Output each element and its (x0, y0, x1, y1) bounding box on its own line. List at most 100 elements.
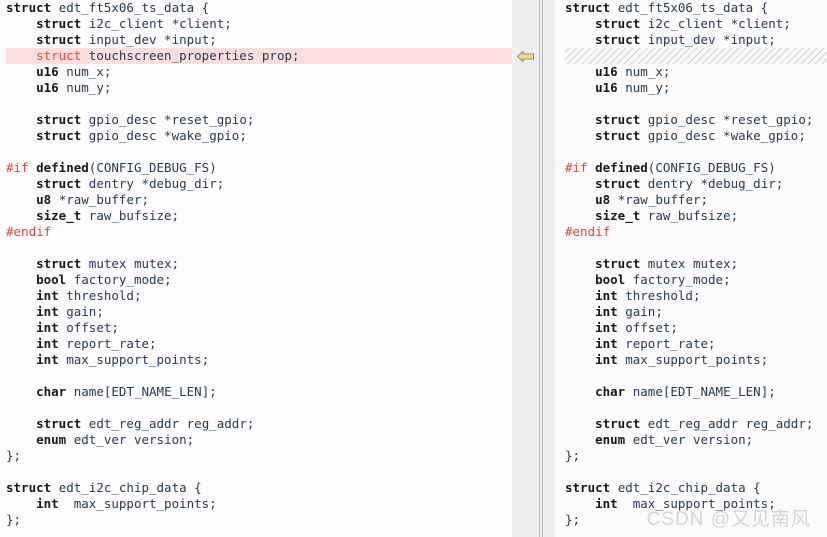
code-line[interactable]: int threshold; (565, 288, 827, 304)
code-line[interactable]: int max_support_points; (6, 496, 512, 512)
code-token: edt_ver (632, 432, 686, 447)
code-token: i2c_client (647, 16, 724, 31)
code-token: struct (36, 16, 82, 31)
code-line[interactable]: int offset; (6, 320, 512, 336)
code-line[interactable]: char name[EDT_NAME_LEN]; (565, 384, 827, 400)
code-line-filler[interactable] (565, 48, 827, 64)
code-line[interactable]: enum edt_ver version; (565, 432, 827, 448)
code-line[interactable]: }; (6, 512, 512, 528)
code-line[interactable]: struct edt_i2c_chip_data { (6, 480, 512, 496)
code-line[interactable] (6, 240, 512, 256)
code-line[interactable]: #if defined(CONFIG_DEBUG_FS) (565, 160, 827, 176)
code-token: reg_addr (186, 416, 247, 431)
code-line-removed[interactable]: struct touchscreen_properties prop; (6, 48, 512, 64)
code-line[interactable] (565, 96, 827, 112)
code-token: raw_bufsize (88, 208, 172, 223)
code-line[interactable]: u16 num_x; (6, 64, 512, 80)
code-line[interactable]: char name[EDT_NAME_LEN]; (6, 384, 512, 400)
code-token: }; (565, 448, 581, 463)
code-token: struct (595, 16, 641, 31)
code-line[interactable]: struct edt_i2c_chip_data { (565, 480, 827, 496)
code-token: * (692, 176, 709, 191)
code-token: ; (216, 176, 225, 191)
code-token: int (595, 320, 618, 335)
code-line[interactable]: int report_rate; (565, 336, 827, 352)
code-line[interactable]: size_t raw_bufsize; (565, 208, 827, 224)
code-line[interactable] (565, 368, 827, 384)
code-token: u16 (595, 80, 618, 95)
code-token: edt_reg_addr (647, 416, 739, 431)
code-token: ; (805, 416, 814, 431)
code-line[interactable] (565, 144, 827, 160)
code-line[interactable]: struct gpio_desc *reset_gpio; (6, 112, 512, 128)
code-line[interactable]: int gain; (6, 304, 512, 320)
code-line[interactable]: struct dentry *debug_dir; (6, 176, 512, 192)
code-line[interactable] (6, 464, 512, 480)
code-line[interactable]: struct input_dev *input; (565, 32, 827, 48)
code-line[interactable]: size_t raw_bufsize; (6, 208, 512, 224)
code-line[interactable]: struct gpio_desc *wake_gpio; (565, 128, 827, 144)
code-line[interactable]: u16 num_y; (6, 80, 512, 96)
code-line[interactable]: struct i2c_client *client; (565, 16, 827, 32)
code-line[interactable]: bool factory_mode; (6, 272, 512, 288)
code-line[interactable]: struct gpio_desc *reset_gpio; (565, 112, 827, 128)
code-line[interactable]: #endif (6, 224, 512, 240)
code-line[interactable]: int max_support_points; (565, 496, 827, 512)
code-line[interactable]: struct dentry *debug_dir; (565, 176, 827, 192)
code-line[interactable]: int report_rate; (6, 336, 512, 352)
code-token: ; (700, 192, 709, 207)
code-line[interactable]: struct i2c_client *client; (6, 16, 512, 32)
code-line[interactable] (565, 464, 827, 480)
code-line[interactable]: }; (565, 512, 827, 528)
code-line[interactable]: struct gpio_desc *wake_gpio; (6, 128, 512, 144)
code-line[interactable]: struct edt_reg_addr reg_addr; (565, 416, 827, 432)
code-line[interactable]: enum edt_ver version; (6, 432, 512, 448)
code-line[interactable]: }; (6, 448, 512, 464)
code-line[interactable] (6, 400, 512, 416)
code-line[interactable]: int offset; (565, 320, 827, 336)
code-line[interactable]: struct edt_ft5x06_ts_data { (565, 0, 827, 16)
code-token: struct (36, 176, 82, 191)
gutter-right-fill (543, 0, 555, 537)
code-line[interactable]: bool factory_mode; (565, 272, 827, 288)
code-line[interactable]: u16 num_x; (565, 64, 827, 80)
code-line[interactable]: struct mutex mutex; (565, 256, 827, 272)
code-line[interactable]: int max_support_points; (565, 352, 827, 368)
code-line[interactable] (6, 368, 512, 384)
code-line[interactable] (565, 240, 827, 256)
code-line[interactable] (6, 96, 512, 112)
code-line[interactable] (565, 400, 827, 416)
code-line[interactable]: struct edt_ft5x06_ts_data { (6, 0, 512, 16)
code-line[interactable] (6, 144, 512, 160)
code-line[interactable]: struct input_dev *input; (6, 32, 512, 48)
code-line[interactable]: int gain; (565, 304, 827, 320)
code-line[interactable]: int max_support_points; (6, 352, 512, 368)
code-token: input_dev (88, 32, 157, 47)
code-line[interactable]: u16 num_y; (565, 80, 827, 96)
code-token: ; (239, 128, 247, 143)
code-token: int (595, 304, 618, 319)
code-line[interactable]: u8 *raw_buffer; (565, 192, 827, 208)
code-line[interactable]: struct mutex mutex; (6, 256, 512, 272)
code-token: dentry (647, 176, 693, 191)
code-line[interactable]: struct edt_reg_addr reg_addr; (6, 416, 512, 432)
diff-pane-left[interactable]: struct edt_ft5x06_ts_data { struct i2c_c… (0, 0, 512, 537)
code-line[interactable]: int threshold; (6, 288, 512, 304)
code-token: edt_ver (73, 432, 127, 447)
code-token: int (36, 304, 59, 319)
code-line[interactable]: u8 *raw_buffer; (6, 192, 512, 208)
code-line[interactable]: #if defined(CONFIG_DEBUG_FS) (6, 160, 512, 176)
code-token: int (595, 288, 618, 303)
code-token: u8 (595, 192, 611, 207)
arrow-left-icon[interactable] (517, 50, 534, 63)
diff-pane-right[interactable]: struct edt_ft5x06_ts_data { struct i2c_c… (555, 0, 827, 537)
code-line[interactable]: #endif (565, 224, 827, 240)
code-token: ; (103, 80, 112, 95)
code-line[interactable]: }; (565, 448, 827, 464)
code-token: EDT_NAME_LEN (111, 384, 202, 399)
